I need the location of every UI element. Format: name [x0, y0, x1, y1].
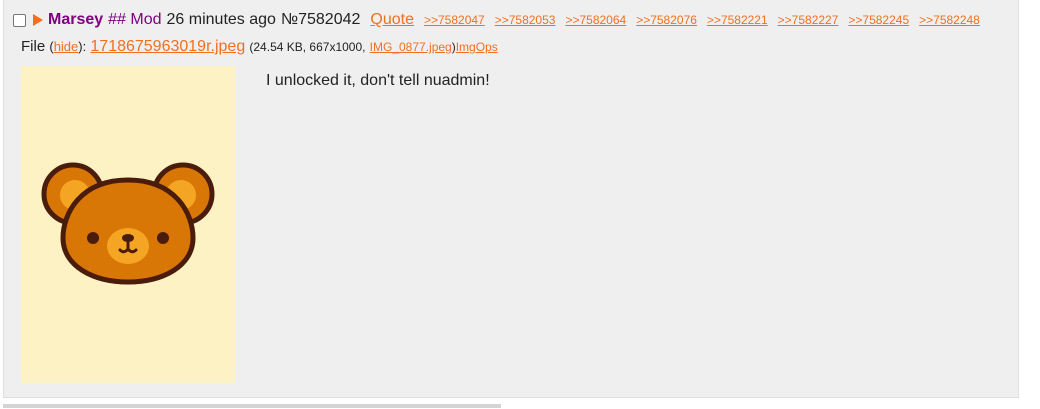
- file-info: File (hide): 1718675963019r.jpeg (24.54 …: [21, 38, 498, 60]
- backlinks: >>7582047 >>7582053 >>7582064 >>7582076 …: [424, 13, 990, 27]
- backlink[interactable]: >>7582221: [707, 13, 768, 27]
- file-meta: (24.54 KB, 667x1000,: [249, 40, 366, 54]
- backlink[interactable]: >>7582248: [919, 13, 980, 27]
- post-time: 26 minutes ago: [166, 11, 276, 28]
- post-select-checkbox[interactable]: [13, 13, 26, 27]
- backlink[interactable]: >>7582245: [848, 13, 909, 27]
- post-header: Marsey ## Mod 26 minutes ago №7582042 Qu…: [13, 9, 990, 31]
- backlink[interactable]: >>7582076: [636, 13, 697, 27]
- hide-file-link[interactable]: hide: [54, 39, 79, 54]
- post-message: I unlocked it, don't tell nuadmin!: [266, 72, 490, 89]
- imgops-link[interactable]: ImgOps: [456, 40, 498, 54]
- capcode: ## Mod: [108, 11, 162, 28]
- original-filename-link[interactable]: IMG_0877.jpeg: [370, 40, 452, 54]
- file-label: File: [21, 38, 46, 55]
- collapse-triangle-icon[interactable]: [33, 14, 43, 26]
- backlink[interactable]: >>7582047: [424, 13, 485, 27]
- backlink[interactable]: >>7582053: [495, 13, 556, 27]
- hide-close-paren: ):: [78, 39, 87, 54]
- poster-name: Marsey: [48, 11, 104, 28]
- backlink[interactable]: >>7582064: [565, 13, 626, 27]
- file-name-link[interactable]: 1718675963019r.jpeg: [90, 38, 245, 56]
- post-thumbnail[interactable]: [21, 66, 235, 383]
- post-number: №7582042: [280, 11, 361, 28]
- post-container: Marsey ## Mod 26 minutes ago №7582042 Qu…: [3, 0, 1019, 398]
- bear-face-icon: [41, 162, 215, 285]
- backlink[interactable]: >>7582227: [778, 13, 839, 27]
- quote-link[interactable]: Quote: [370, 11, 414, 29]
- horizontal-scrollbar[interactable]: [3, 404, 501, 408]
